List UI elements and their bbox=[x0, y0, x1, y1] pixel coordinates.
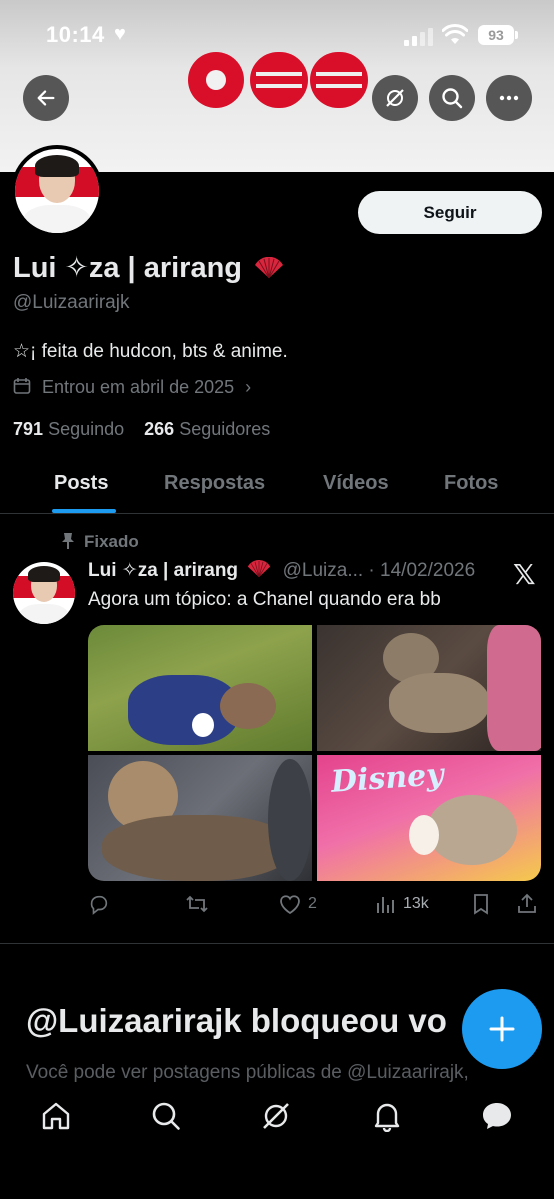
display-name-text: Lui ✧za | arirang bbox=[13, 252, 243, 284]
nav-search[interactable] bbox=[148, 1098, 184, 1134]
more-icon bbox=[499, 95, 519, 101]
x-logo-icon: 𝕏 bbox=[513, 558, 536, 591]
reply-icon bbox=[90, 895, 108, 915]
more-button[interactable] bbox=[486, 75, 532, 121]
grok-icon bbox=[263, 1103, 289, 1129]
nav-notifications[interactable] bbox=[369, 1098, 405, 1134]
views-chart-icon bbox=[377, 897, 394, 913]
followers-count: 266 bbox=[144, 419, 175, 439]
heart-outline-icon bbox=[280, 895, 300, 915]
chat-bubble-icon bbox=[483, 1103, 511, 1129]
profile-counts: 791 Seguindo 266 Seguidores bbox=[13, 419, 270, 440]
post-author-handle: @Luiza... bbox=[282, 560, 364, 581]
share-button[interactable] bbox=[516, 893, 538, 915]
view-count: 13k bbox=[403, 895, 429, 912]
post-header: Lui ✧za | arirang @Luiza... · 14/02/2026 bbox=[88, 560, 476, 581]
profile-bio: ☆¡ feita de hudcon, bts & anime. bbox=[13, 341, 288, 362]
following-label: Seguindo bbox=[48, 419, 125, 439]
blocked-text: Você pode ver postagens públicas de @Lui… bbox=[26, 1062, 469, 1083]
reply-button[interactable] bbox=[88, 893, 110, 915]
plus-icon bbox=[489, 1016, 515, 1042]
wifi-icon bbox=[442, 24, 468, 44]
tab-replies[interactable]: Respostas bbox=[164, 472, 265, 495]
search-icon bbox=[442, 88, 463, 109]
tab-posts[interactable]: Posts bbox=[54, 472, 108, 495]
grok-button[interactable] bbox=[372, 75, 418, 121]
repost-button[interactable] bbox=[185, 893, 209, 915]
pinned-indicator: Fixado bbox=[60, 532, 139, 552]
status-time: 10:14 bbox=[46, 22, 105, 47]
following-link[interactable]: 791 Seguindo bbox=[13, 419, 124, 439]
post-text: Agora um tópico: a Chanel quando era bb bbox=[88, 589, 441, 610]
search-button[interactable] bbox=[429, 75, 475, 121]
divider bbox=[0, 943, 554, 944]
back-arrow-icon bbox=[37, 90, 55, 106]
followers-link[interactable]: 266 Seguidores bbox=[144, 419, 270, 439]
joined-text: Entrou em abril de 2025 bbox=[42, 377, 235, 397]
post-date[interactable]: 14/02/2026 bbox=[380, 560, 475, 581]
post-actions: 2 13k bbox=[88, 893, 548, 919]
nav-grok[interactable] bbox=[258, 1098, 294, 1134]
heart-icon: ♥ bbox=[114, 23, 126, 45]
search-icon bbox=[152, 1102, 180, 1130]
like-button[interactable]: 2 bbox=[278, 893, 317, 915]
tab-videos[interactable]: Vídeos bbox=[323, 472, 389, 495]
photo-disney-text: Disney bbox=[329, 757, 445, 800]
blocked-title: @Luizaarirajk bloqueou vo bbox=[26, 1002, 447, 1039]
calendar-icon bbox=[13, 378, 31, 394]
banner-logo bbox=[188, 52, 368, 110]
grok-icon bbox=[386, 89, 404, 107]
profile-avatar[interactable] bbox=[11, 145, 103, 237]
pinned-label: Fixado bbox=[84, 532, 139, 551]
post-media-grid: Disney bbox=[88, 625, 541, 881]
folding-fan-icon bbox=[255, 257, 284, 279]
followers-label: Seguidores bbox=[179, 419, 271, 439]
cellular-signal-icon bbox=[404, 28, 434, 46]
post-photo-3[interactable] bbox=[88, 755, 312, 881]
post-author-avatar[interactable] bbox=[13, 562, 75, 624]
post-author-name[interactable]: Lui ✧za | arirang bbox=[88, 560, 238, 581]
bell-icon bbox=[374, 1103, 400, 1132]
profile-handle: @Luizaarirajk bbox=[13, 292, 130, 313]
back-button[interactable] bbox=[23, 75, 69, 121]
home-icon bbox=[42, 1102, 70, 1130]
bookmark-button[interactable] bbox=[471, 893, 491, 915]
tab-photos[interactable]: Fotos bbox=[444, 472, 498, 495]
status-bar: 10:14 ♥ 93 bbox=[0, 22, 554, 52]
active-tab-indicator bbox=[52, 509, 116, 513]
like-count: 2 bbox=[308, 895, 317, 912]
post-photo-2[interactable] bbox=[317, 625, 541, 751]
following-count: 791 bbox=[13, 419, 44, 439]
nav-home[interactable] bbox=[38, 1098, 74, 1134]
views-button[interactable]: 13k bbox=[375, 893, 429, 915]
battery-indicator: 93 bbox=[478, 25, 518, 45]
profile-joined[interactable]: Entrou em abril de 2025 › bbox=[13, 377, 251, 398]
compose-button[interactable] bbox=[462, 989, 542, 1069]
follow-button[interactable]: Seguir bbox=[358, 191, 542, 234]
bottom-nav bbox=[0, 1082, 554, 1199]
post-photo-1[interactable] bbox=[88, 625, 312, 751]
folding-fan-icon bbox=[248, 560, 271, 578]
pin-icon bbox=[62, 533, 74, 549]
bookmark-icon bbox=[474, 894, 488, 915]
repost-icon bbox=[186, 895, 208, 913]
post-photo-4[interactable]: Disney bbox=[317, 755, 541, 881]
share-icon bbox=[518, 893, 536, 913]
profile-display-name: Lui ✧za | arirang bbox=[13, 250, 284, 285]
nav-messages[interactable] bbox=[479, 1098, 515, 1134]
profile-tabs: Posts Respostas Vídeos Fotos bbox=[0, 456, 554, 514]
chevron-right-icon: › bbox=[245, 377, 252, 397]
